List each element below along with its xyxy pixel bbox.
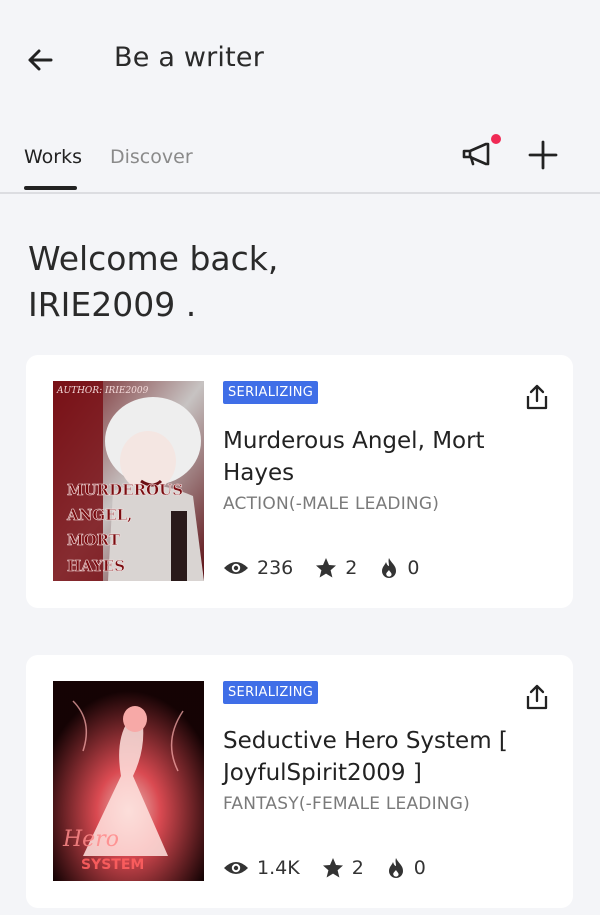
fire-stat: 0: [379, 557, 419, 579]
notification-dot: [491, 134, 501, 144]
tab-works[interactable]: Works: [24, 146, 82, 168]
fire-count: 0: [407, 557, 420, 579]
tab-bar: Works Discover: [0, 128, 600, 194]
star-icon: [316, 558, 337, 578]
svg-text:Hero: Hero: [62, 827, 119, 852]
stars-count: 2: [345, 557, 358, 579]
back-button[interactable]: [22, 42, 58, 78]
work-card[interactable]: AUTHOR: IRIE2009 MURDEROUS ANGEL, MORT H…: [26, 355, 573, 608]
plus-icon: [528, 140, 558, 170]
book-stats: 236 2 0: [223, 553, 441, 583]
views-stat: 1.4K: [223, 857, 300, 879]
top-app-bar: Be a writer: [0, 0, 600, 120]
back-arrow-icon: [28, 49, 53, 71]
eye-icon: [224, 862, 248, 874]
svg-text:ANGEL,: ANGEL,: [66, 506, 132, 524]
book-title[interactable]: Seductive Hero System [ JoyfulSpirit2009…: [223, 725, 533, 789]
svg-text:MORT: MORT: [67, 531, 121, 549]
book-stats: 1.4K 2 0: [223, 853, 448, 883]
views-count: 1.4K: [257, 857, 300, 879]
active-tab-indicator: [24, 186, 77, 190]
book-cover[interactable]: Hero SYSTEM: [53, 681, 204, 881]
work-card[interactable]: Hero SYSTEM SERIALIZING Seductive Hero S…: [26, 655, 573, 908]
views-count: 236: [257, 557, 294, 579]
eye-icon: [224, 562, 248, 574]
stars-stat: 2: [315, 557, 357, 579]
stars-stat: 2: [322, 857, 364, 879]
share-button[interactable]: [524, 683, 550, 711]
status-badge: SERIALIZING: [223, 681, 319, 704]
stars-count: 2: [351, 857, 364, 879]
svg-text:HAYES: HAYES: [67, 557, 125, 575]
book-cover[interactable]: AUTHOR: IRIE2009 MURDEROUS ANGEL, MORT H…: [53, 381, 204, 581]
book-title[interactable]: Murderous Angel, Mort Hayes: [223, 425, 533, 489]
tab-discover[interactable]: Discover: [110, 146, 193, 168]
welcome-message: Welcome back, IRIE2009 .: [28, 236, 568, 328]
fire-icon: [388, 858, 403, 878]
fire-stat: 0: [386, 857, 426, 879]
views-stat: 236: [223, 557, 293, 579]
welcome-line: Welcome back,: [28, 239, 279, 278]
share-icon: [526, 384, 548, 410]
book-genre: FANTASY(-FEMALE LEADING): [223, 794, 470, 814]
share-icon: [526, 684, 548, 710]
star-icon: [322, 858, 343, 878]
svg-text:MURDEROUS: MURDEROUS: [67, 481, 183, 499]
fire-count: 0: [413, 857, 426, 879]
cover-author-text: AUTHOR: IRIE2009: [56, 386, 149, 396]
status-badge: SERIALIZING: [223, 381, 319, 404]
share-button[interactable]: [524, 383, 550, 411]
add-work-button[interactable]: [524, 136, 562, 174]
welcome-username: IRIE2009 .: [28, 285, 197, 324]
book-genre: ACTION(-MALE LEADING): [223, 494, 440, 514]
fire-icon: [382, 558, 397, 578]
svg-text:SYSTEM: SYSTEM: [81, 857, 144, 873]
page-title: Be a writer: [114, 42, 265, 73]
